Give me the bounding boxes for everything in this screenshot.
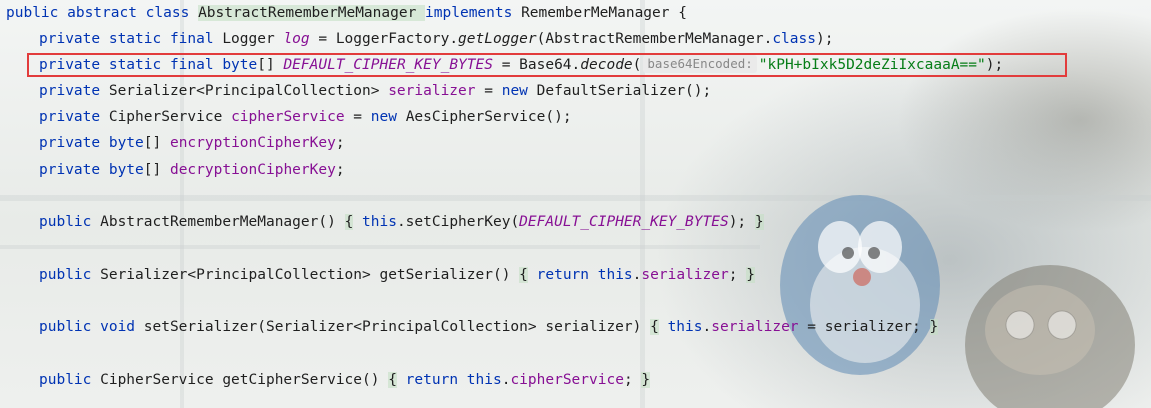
brace: } (754, 214, 764, 230)
array-brackets: [] (143, 135, 170, 151)
method-name: getCipherService (222, 372, 363, 388)
keyword: private static final (39, 31, 223, 47)
params: () (362, 372, 389, 388)
interface-name: RememberMeManager { (521, 5, 687, 21)
type: byte (108, 162, 144, 178)
code-line-default-cipher-key: private static final byte[] DEFAULT_CIPH… (39, 52, 1003, 78)
params: () (492, 267, 520, 283)
keyword: public (39, 267, 101, 283)
method-name: getSerializer (379, 267, 493, 283)
type: Serializer<PrincipalCollection> (100, 267, 380, 283)
field-ref: cipherService (510, 372, 624, 388)
field-name: serializer (388, 83, 476, 99)
array-brackets: [] (257, 57, 284, 73)
method-call: .setCipherKey( (396, 214, 520, 230)
background-figure (965, 265, 1135, 408)
field-name: decryptionCipherKey (169, 162, 336, 178)
operator: = LoggerFactory. (309, 31, 459, 47)
brace: } (746, 267, 755, 283)
keyword: public (39, 214, 101, 230)
keyword: private (39, 135, 109, 151)
terminator: ; (335, 162, 345, 178)
code-line-class-declaration: public abstract class AbstractRememberMe… (6, 0, 687, 26)
constant-ref: DEFAULT_CIPHER_KEY_BYTES (519, 214, 729, 230)
terminator: ; (728, 267, 747, 283)
keyword: private static final (39, 57, 223, 73)
code-line-get-cipher-service: public CipherService getCipherService() … (39, 367, 651, 393)
operator: = (475, 83, 502, 99)
code-line-cipher-service: private CipherService cipherService = ne… (39, 104, 572, 130)
type: CipherService (100, 372, 223, 388)
argument: (AbstractRememberMeManager. (536, 31, 773, 47)
field-name: log (283, 31, 310, 47)
string-literal: "kPH+bIxk5D2deZiIxcaaaA==" (758, 57, 986, 73)
brace: { (650, 319, 659, 335)
brace: } (641, 372, 651, 388)
method-call: getLogger (458, 31, 537, 47)
keyword: implements (425, 5, 522, 21)
type: Logger (222, 31, 284, 47)
constant-name: DEFAULT_CIPHER_KEY_BYTES (283, 57, 493, 73)
terminator: ; (335, 135, 345, 151)
code-line-logger: private static final Logger log = Logger… (39, 26, 833, 52)
brace: { (388, 372, 397, 388)
field-ref: serializer (641, 267, 729, 283)
method-call: decode (580, 57, 633, 73)
keyword: public abstract class (6, 5, 199, 21)
class-name: AbstractRememberMeManager (198, 5, 426, 21)
keyword: new (501, 83, 537, 99)
keyword: private (39, 109, 109, 125)
keyword: this (362, 214, 397, 230)
field-name: cipherService (231, 109, 345, 125)
type: byte (108, 135, 144, 151)
keyword: public (39, 372, 101, 388)
field-ref: serializer (711, 319, 799, 335)
dot: . (702, 319, 712, 335)
params: (Serializer<PrincipalCollection> seriali… (257, 319, 651, 335)
field-name: encryptionCipherKey (169, 135, 336, 151)
keyword: new (370, 109, 406, 125)
value: AesCipherService(); (405, 109, 572, 125)
code-line-set-serializer: public void setSerializer(Serializer<Pri… (39, 314, 939, 340)
code-line-encryption-key: private byte[] encryptionCipherKey; (39, 130, 345, 156)
brace: } (929, 319, 939, 335)
keyword: private (39, 83, 109, 99)
keyword: public void (39, 319, 144, 335)
keyword: this (658, 319, 703, 335)
operator: = Base64. (492, 57, 581, 73)
brace: { (519, 267, 528, 283)
terminator: ); (728, 214, 755, 230)
paren: ( (632, 57, 642, 73)
brace: { (344, 214, 354, 230)
code-line-get-serializer: public Serializer<PrincipalCollection> g… (39, 262, 755, 288)
array-brackets: [] (143, 162, 170, 178)
keyword: private (39, 162, 109, 178)
code-line-constructor: public AbstractRememberMeManager() { thi… (39, 209, 764, 235)
terminator: ; (623, 372, 642, 388)
operator: = (344, 109, 371, 125)
method-name: AbstractRememberMeManager (100, 214, 319, 230)
assignment: = serializer; (798, 319, 930, 335)
value: DefaultSerializer(); (536, 83, 712, 99)
method-name: setSerializer (143, 319, 258, 335)
keyword: return this (527, 267, 633, 283)
keyword: return this (396, 372, 502, 388)
params: () (318, 214, 345, 230)
type: byte (222, 57, 258, 73)
terminator: ); (815, 31, 834, 47)
code-line-serializer: private Serializer<PrincipalCollection> … (39, 78, 711, 104)
keyword: class (772, 31, 816, 47)
type: Serializer<PrincipalCollection> (108, 83, 389, 99)
terminator: ); (985, 57, 1004, 73)
parameter-hint: base64Encoded: (643, 55, 757, 73)
type: CipherService (108, 109, 232, 125)
code-line-decryption-key: private byte[] decryptionCipherKey; (39, 157, 345, 183)
